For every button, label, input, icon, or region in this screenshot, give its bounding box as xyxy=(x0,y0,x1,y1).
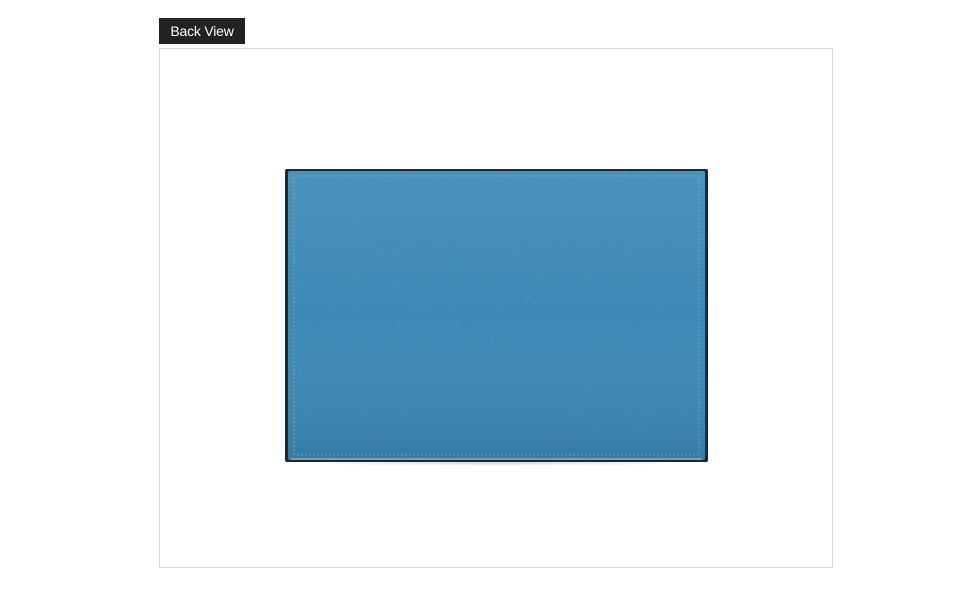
product-image-frame xyxy=(159,48,833,568)
back-view-label: Back View xyxy=(159,18,245,44)
card-holder-back-image xyxy=(285,169,708,465)
